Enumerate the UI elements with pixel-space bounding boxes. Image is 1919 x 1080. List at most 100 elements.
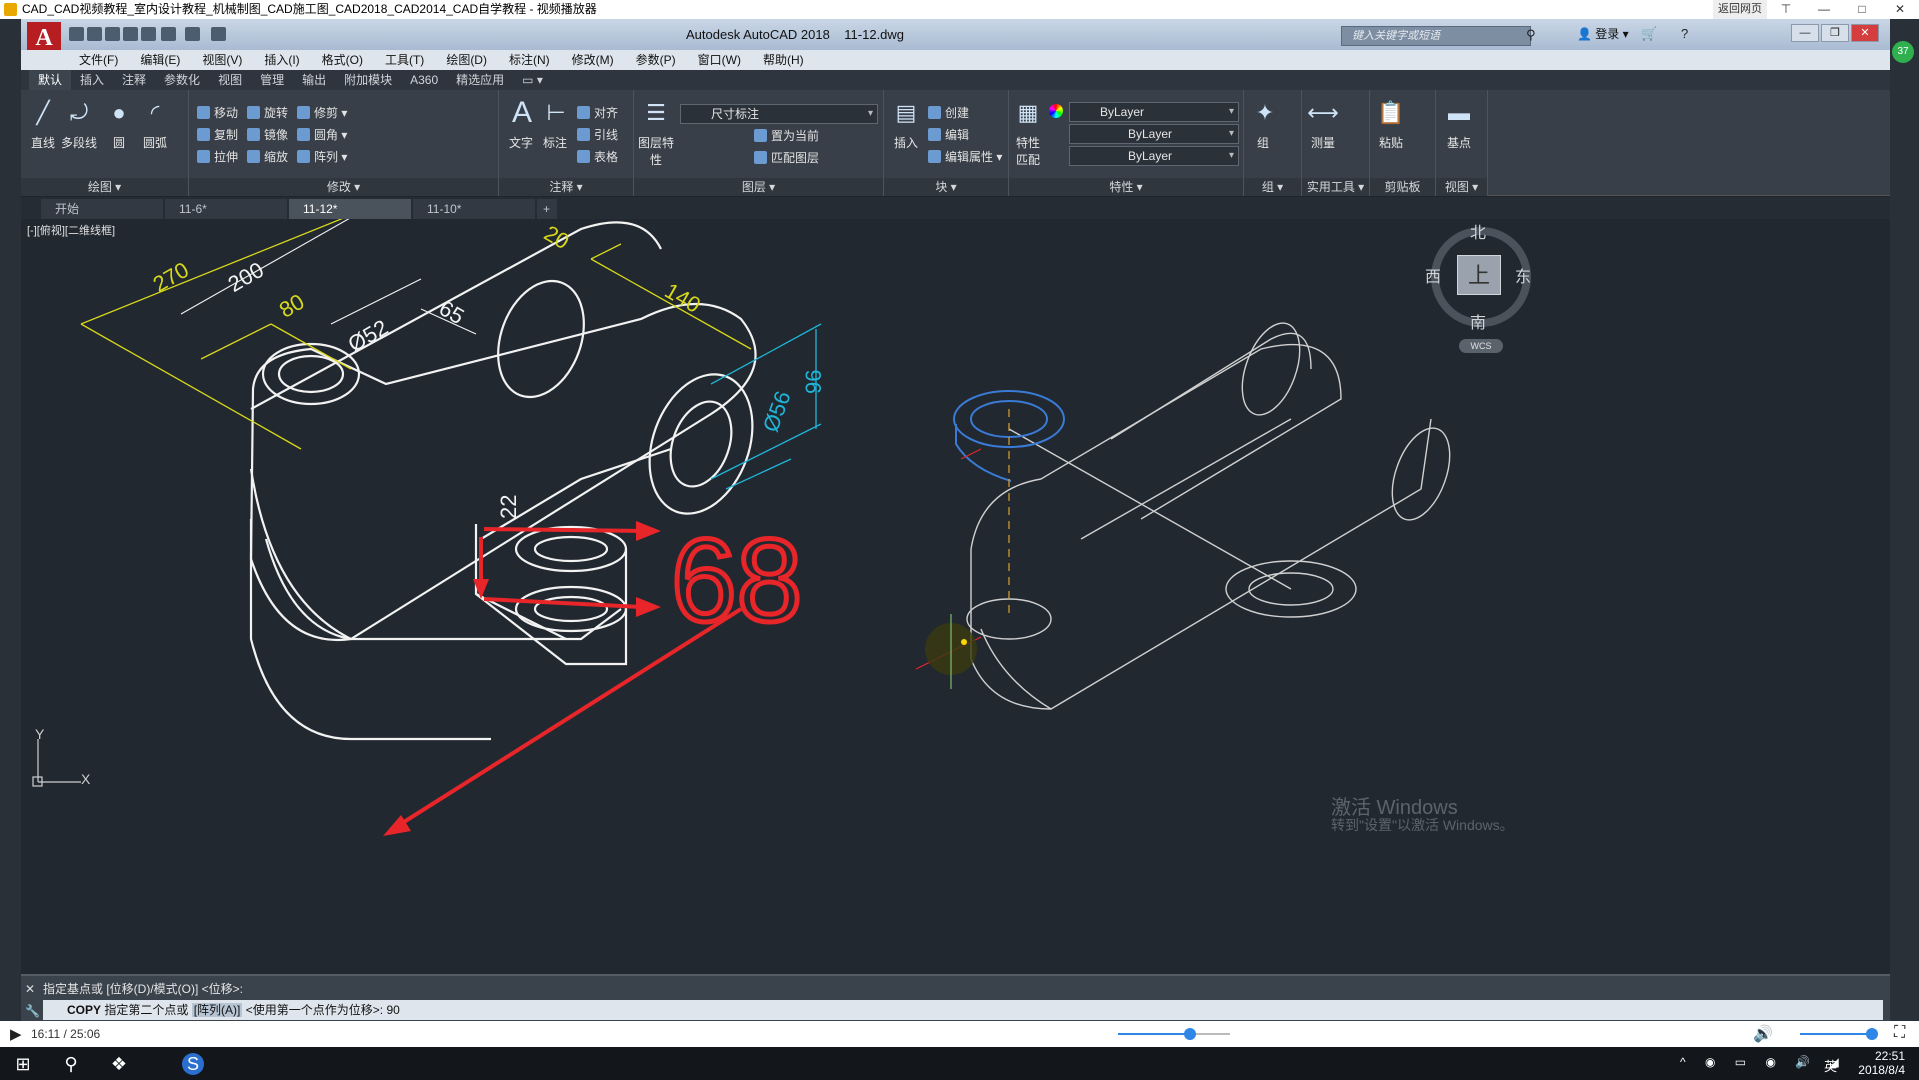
system-clock[interactable]: 22:51 2018/8/4 (1858, 1049, 1905, 1077)
command-option-array[interactable]: [阵列(A)] (191, 1003, 243, 1017)
ribbon-tab[interactable]: 管理 (251, 70, 293, 90)
layers-panel-title[interactable]: 图层 ▾ (634, 178, 883, 196)
draw-panel-title[interactable]: 绘图 ▾ (21, 178, 188, 196)
polyline-button[interactable]: ⤾ 多段线 (57, 96, 101, 151)
linetype-dropdown[interactable]: ByLayer (1069, 124, 1239, 144)
layer-dropdown[interactable]: 尺寸标注 (680, 104, 878, 124)
viewcube-west[interactable]: 西 (1425, 263, 1441, 287)
close-icon[interactable]: ✕ (1881, 0, 1919, 19)
menu-item[interactable]: 视图(V) (202, 50, 242, 70)
new-icon[interactable] (69, 27, 84, 41)
command-input[interactable]: COPY 指定第二个点或 [阵列(A)] <使用第一个点作为位移>: 90 (43, 1000, 1883, 1020)
ribbon-toggle-icon[interactable]: ▭ ▾ (513, 70, 552, 90)
dimension-button[interactable]: ⊢ 标注 (539, 96, 571, 151)
match-layer-button[interactable]: 匹配图层 (754, 149, 819, 166)
menu-item[interactable]: 窗口(W) (698, 50, 741, 70)
login-button[interactable]: 👤 登录 ▾ (1577, 19, 1629, 50)
task-view-icon[interactable]: ❖ (108, 1053, 130, 1075)
wcs-menu[interactable]: WCS (1459, 339, 1503, 353)
menu-item[interactable]: 参数(P) (636, 50, 676, 70)
measure-button[interactable]: ⟷ 测量 (1306, 96, 1340, 151)
input-language[interactable]: 英 (1824, 1056, 1837, 1075)
maximize-icon[interactable]: □ (1843, 0, 1881, 19)
acad-restore-icon[interactable]: ❐ (1821, 24, 1849, 42)
copy-button[interactable]: 复制 (197, 126, 238, 143)
menu-item[interactable]: 格式(O) (322, 50, 363, 70)
array-button[interactable]: 阵列 ▾ (297, 148, 347, 165)
new-tab-icon[interactable]: + (537, 199, 557, 219)
ribbon-tab[interactable]: 插入 (71, 70, 113, 90)
acad-close-icon[interactable]: ✕ (1851, 24, 1879, 42)
acad-minimize-icon[interactable]: — (1791, 24, 1819, 42)
stretch-button[interactable]: 拉伸 (197, 148, 238, 165)
table-button[interactable]: 表格 (577, 148, 618, 165)
redo-icon[interactable] (185, 27, 200, 41)
viewcube-east[interactable]: 东 (1515, 263, 1531, 287)
properties-panel-title[interactable]: 特性 ▾ (1009, 178, 1243, 196)
move-button[interactable]: 移动 (197, 104, 238, 121)
seek-bar[interactable] (1118, 1028, 1230, 1040)
modify-panel-title[interactable]: 修改 ▾ (189, 178, 498, 196)
match-properties-button[interactable]: ▦ 特性匹配 (1011, 96, 1045, 168)
undo-icon[interactable] (161, 27, 176, 41)
menu-item[interactable]: 帮助(H) (763, 50, 804, 70)
circle-button[interactable]: ● 圆 (101, 96, 137, 151)
volume-slider[interactable] (1800, 1028, 1878, 1040)
base-view-button[interactable]: ▬ 基点 (1442, 96, 1476, 151)
layer-properties-button[interactable]: ☰ 图层特性 (638, 96, 674, 168)
customize-icon[interactable]: 🔧 (25, 1004, 40, 1018)
minimize-icon[interactable]: — (1805, 0, 1843, 19)
menu-item[interactable]: 修改(M) (572, 50, 614, 70)
ribbon-tab[interactable]: A360 (401, 70, 447, 90)
edit-attributes-button[interactable]: 编辑属性 ▾ (928, 148, 1002, 165)
paste-button[interactable]: 📋 粘贴 (1374, 96, 1408, 151)
lineweight-dropdown[interactable]: ByLayer (1069, 146, 1239, 166)
trim-button[interactable]: 修剪 ▾ (297, 104, 347, 121)
menu-item[interactable]: 编辑(E) (140, 50, 180, 70)
set-current-button[interactable]: 置为当前 (754, 127, 819, 144)
group-button[interactable]: ✦ 组 (1248, 96, 1278, 151)
viewcube-north[interactable]: 北 (1470, 219, 1486, 243)
utilities-panel-title[interactable]: 实用工具 ▾ (1302, 178, 1369, 196)
ribbon-tab[interactable]: 精选应用 (447, 70, 513, 90)
insert-block-button[interactable]: ▤ 插入 (888, 96, 924, 151)
windows-start-icon[interactable]: ⊞ (12, 1053, 34, 1075)
menu-item[interactable]: 工具(T) (385, 50, 424, 70)
doc-tab-start[interactable]: 开始 (41, 199, 163, 219)
block-panel-title[interactable]: 块 ▾ (884, 178, 1008, 196)
menu-item[interactable]: 文件(F) (79, 50, 118, 70)
edit-block-button[interactable]: 编辑 (928, 126, 969, 143)
cart-icon[interactable]: 🛒 (1641, 26, 1657, 42)
ribbon-tab-default[interactable]: 默认 (29, 70, 72, 90)
menu-item[interactable]: 插入(I) (264, 50, 299, 70)
text-button[interactable]: A 文字 (505, 96, 537, 151)
scale-button[interactable]: 缩放 (247, 148, 288, 165)
ribbon-tab[interactable]: 注释 (113, 70, 155, 90)
color-dropdown[interactable]: ByLayer (1069, 102, 1239, 122)
binoculars-icon[interactable]: ⚲ (1526, 27, 1536, 43)
viewcube-top-face[interactable]: 上 (1457, 255, 1501, 295)
workspace-icon[interactable] (211, 27, 226, 41)
save-as-icon[interactable] (123, 27, 138, 41)
open-icon[interactable] (87, 27, 102, 41)
help-icon[interactable]: ? (1681, 26, 1688, 41)
plot-icon[interactable] (141, 27, 156, 41)
rotate-button[interactable]: 旋转 (247, 104, 288, 121)
search-input[interactable]: 键入关键字或短语 (1341, 26, 1531, 46)
doc-tab[interactable]: 11-10* (413, 199, 535, 219)
drawing-viewport[interactable]: [-][俯视][二维线框] 270 200 80 Ø52 65 20 140 Ø… (21, 219, 1890, 974)
mirror-button[interactable]: 镜像 (247, 126, 288, 143)
ribbon-tab[interactable]: 视图 (209, 70, 251, 90)
doc-tab-active[interactable]: 11-12* (289, 199, 411, 219)
fullscreen-icon[interactable]: ⛶ (1894, 1024, 1905, 1042)
menu-item[interactable]: 绘图(D) (446, 50, 487, 70)
leader-button[interactable]: 引线 (577, 126, 618, 143)
return-webpage-button[interactable]: 返回网页 (1713, 0, 1767, 19)
align-button[interactable]: 对齐 (577, 104, 618, 121)
arc-button[interactable]: ◜ 圆弧 (137, 96, 173, 151)
create-block-button[interactable]: 创建 (928, 104, 969, 121)
pin-icon[interactable]: ⊤ (1767, 0, 1805, 19)
line-button[interactable]: ╱ 直线 (25, 96, 61, 151)
doc-tab[interactable]: 11-6* (165, 199, 287, 219)
save-icon[interactable] (105, 27, 120, 41)
